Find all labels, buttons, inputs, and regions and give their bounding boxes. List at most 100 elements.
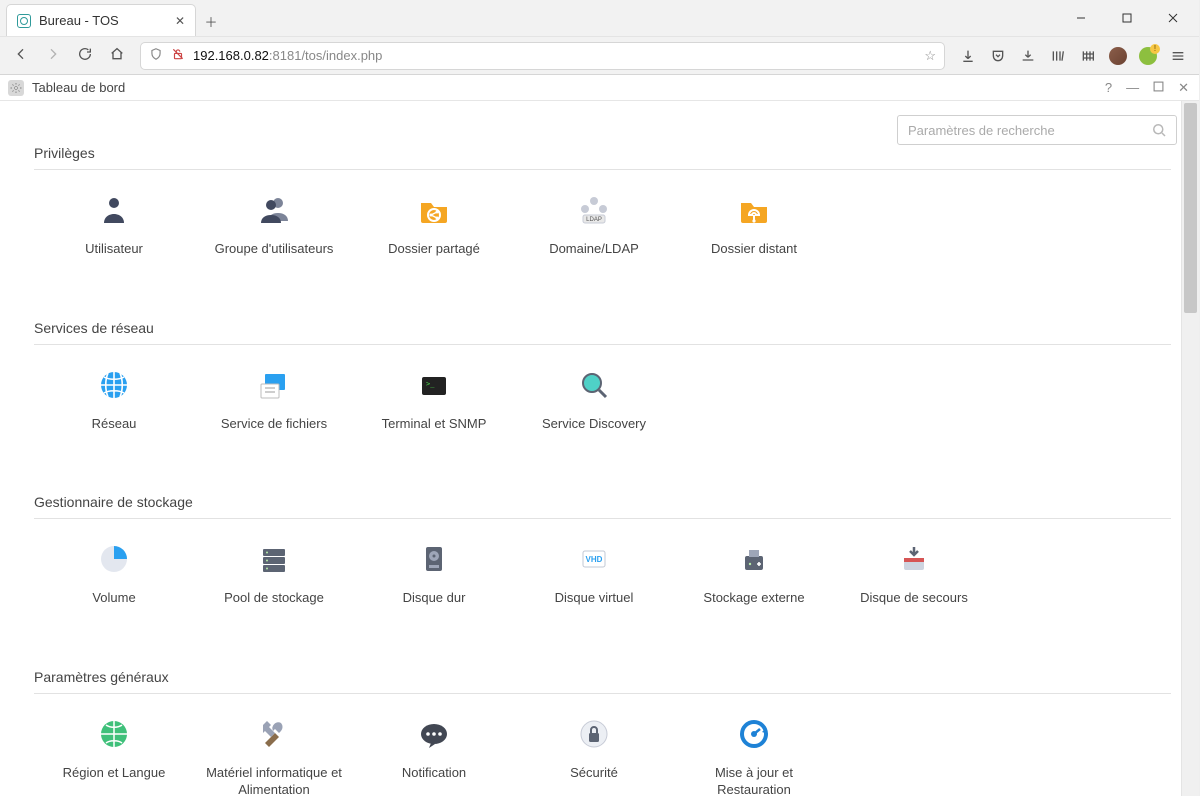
dashboard-item-label: Volume xyxy=(92,589,135,607)
section-grid: Utilisateur Groupe d'utilisateurs Dossier … xyxy=(34,184,1171,268)
nav-reload-button[interactable] xyxy=(76,46,94,65)
scrollbar-thumb[interactable] xyxy=(1184,103,1197,313)
dashboard-item-label: Réseau xyxy=(92,415,137,433)
profile-avatar[interactable] xyxy=(1109,47,1127,65)
section-0: PrivilègesUtilisateurGroupe d'utilisateu… xyxy=(34,145,1171,268)
window-controls xyxy=(1059,0,1195,36)
dashboard-item-label: Disque virtuel xyxy=(555,589,634,607)
dashboard-item-label: Pool de stockage xyxy=(224,589,324,607)
vhd-icon xyxy=(574,539,614,579)
globe-icon xyxy=(94,365,134,405)
dashboard-item-file-service[interactable]: Service de fichiers xyxy=(194,359,354,443)
section-divider xyxy=(34,693,1171,694)
browser-toolbar-right xyxy=(959,47,1187,65)
hdd-icon xyxy=(414,539,454,579)
file-service-icon xyxy=(254,365,294,405)
app-minimize-button[interactable]: ― xyxy=(1126,80,1139,95)
dashboard-item-volume-pie[interactable]: Volume xyxy=(34,533,194,617)
app-help-button[interactable]: ? xyxy=(1105,80,1112,95)
pocket-icon[interactable] xyxy=(989,47,1007,65)
dashboard-item-lock[interactable]: Sécurité xyxy=(514,708,674,796)
nav-home-button[interactable] xyxy=(108,46,126,65)
app-gear-icon xyxy=(8,80,24,96)
download-tray-icon[interactable] xyxy=(1019,47,1037,65)
search-disc-icon xyxy=(574,365,614,405)
search-box[interactable] xyxy=(897,115,1177,145)
dashboard-item-remote-folder[interactable]: Dossier distant xyxy=(674,184,834,268)
dashboard-item-vhd[interactable]: Disque virtuel xyxy=(514,533,674,617)
download-arrow-icon[interactable] xyxy=(959,47,977,65)
region-icon xyxy=(94,714,134,754)
dashboard-item-region[interactable]: Région et Langue xyxy=(34,708,194,796)
ldap-icon xyxy=(574,190,614,230)
dashboard-item-ldap[interactable]: Domaine/LDAP xyxy=(514,184,674,268)
remote-folder-icon xyxy=(734,190,774,230)
section-divider xyxy=(34,518,1171,519)
window-minimize-button[interactable] xyxy=(1059,4,1103,32)
dashboard-item-label: Matériel informatique et Alimentation xyxy=(198,764,350,796)
shared-folder-icon xyxy=(414,190,454,230)
dashboard-item-usb[interactable]: Stockage externe xyxy=(674,533,834,617)
dashboard-item-search-disc[interactable]: Service Discovery xyxy=(514,359,674,443)
dashboard-item-notification[interactable]: Notification xyxy=(354,708,514,796)
dashboard-item-label: Sécurité xyxy=(570,764,618,782)
dashboard-item-storage-pool[interactable]: Pool de stockage xyxy=(194,533,354,617)
new-tab-button[interactable]: ＋ xyxy=(196,6,226,36)
section-3: Paramètres généraux Région et Langue Matér… xyxy=(34,669,1171,796)
window-maximize-button[interactable] xyxy=(1105,4,1149,32)
nav-back-button[interactable] xyxy=(12,46,30,65)
app-titlebar: Tableau de bord ? ― ✕ xyxy=(0,75,1199,101)
volume-pie-icon xyxy=(94,539,134,579)
dashboard-item-user[interactable]: Utilisateur xyxy=(34,184,194,268)
dashboard-item-spare-disk[interactable]: Disque de secours xyxy=(834,533,994,617)
browser-tab-bar: Bureau - TOS ✕ ＋ xyxy=(0,0,1199,36)
section-title: Paramètres généraux xyxy=(34,669,1171,685)
dashboard-item-terminal[interactable]: Terminal et SNMP xyxy=(354,359,514,443)
section-grid: Volume Pool de stockage Disque dur Disque v… xyxy=(34,533,1171,617)
search-icon xyxy=(1150,121,1168,139)
dashboard-item-users[interactable]: Groupe d'utilisateurs xyxy=(194,184,354,268)
dashboard-item-label: Dossier partagé xyxy=(388,240,480,258)
tab-title: Bureau - TOS xyxy=(39,13,167,28)
section-divider xyxy=(34,344,1171,345)
library-icon[interactable] xyxy=(1049,47,1067,65)
extension-badge-icon[interactable] xyxy=(1139,47,1157,65)
dashboard-item-globe[interactable]: Réseau xyxy=(34,359,194,443)
app-body: PrivilègesUtilisateurGroupe d'utilisateu… xyxy=(0,101,1199,796)
insecure-lock-icon xyxy=(171,47,185,64)
url-input[interactable]: 192.168.0.82:8181/tos/index.php ☆ xyxy=(140,42,945,70)
dashboard-item-hdd[interactable]: Disque dur xyxy=(354,533,514,617)
app-title: Tableau de bord xyxy=(32,80,1105,95)
window-close-button[interactable] xyxy=(1151,4,1195,32)
section-2: Gestionnaire de stockageVolumePool de st… xyxy=(34,494,1171,617)
dashboard-item-update[interactable]: Mise à jour et Restauration xyxy=(674,708,834,796)
dashboard-item-label: Disque dur xyxy=(403,589,466,607)
dashboard-item-label: Mise à jour et Restauration xyxy=(678,764,830,796)
dashboard-item-label: Terminal et SNMP xyxy=(382,415,487,433)
dashboard-item-label: Stockage externe xyxy=(703,589,804,607)
app-close-button[interactable]: ✕ xyxy=(1178,80,1189,96)
dashboard-item-shared-folder[interactable]: Dossier partagé xyxy=(354,184,514,268)
dashboard-item-label: Groupe d'utilisateurs xyxy=(215,240,334,258)
browser-tab[interactable]: Bureau - TOS ✕ xyxy=(6,4,196,36)
section-divider xyxy=(34,169,1171,170)
app-window: Tableau de bord ? ― ✕ PrivilègesUtilisat… xyxy=(0,75,1199,796)
dashboard-item-label: Notification xyxy=(402,764,466,782)
section-grid: Réseau Service de fichiers Terminal et SNM… xyxy=(34,359,1171,443)
dashboard-item-label: Disque de secours xyxy=(860,589,968,607)
hamburger-menu-icon[interactable] xyxy=(1169,47,1187,65)
lock-icon xyxy=(574,714,614,754)
shield-icon xyxy=(149,47,163,64)
update-icon xyxy=(734,714,774,754)
user-icon xyxy=(94,190,134,230)
dashboard-item-tools[interactable]: Matériel informatique et Alimentation xyxy=(194,708,354,796)
grid-icon[interactable] xyxy=(1079,47,1097,65)
tab-close-icon[interactable]: ✕ xyxy=(175,14,185,28)
users-icon xyxy=(254,190,294,230)
app-maximize-button[interactable] xyxy=(1153,80,1164,95)
bookmark-star-icon[interactable]: ☆ xyxy=(924,48,936,64)
dashboard-item-label: Région et Langue xyxy=(63,764,166,782)
nav-forward-button[interactable] xyxy=(44,46,62,65)
section-title: Services de réseau xyxy=(34,320,1171,336)
search-input[interactable] xyxy=(906,122,1142,139)
